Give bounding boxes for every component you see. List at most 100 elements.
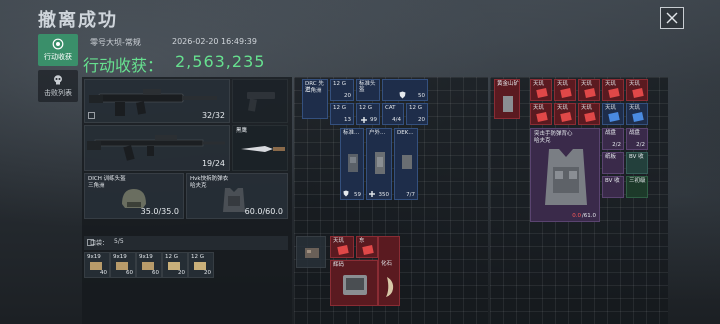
item-label: 9x19 (87, 254, 101, 260)
armor-plate-icon (348, 154, 358, 172)
item-count: 7/7 (406, 192, 415, 198)
pocket-item[interactable]: 9x19 60 (110, 252, 136, 278)
safebox-item-large[interactable]: 辉码 (330, 260, 378, 306)
pocket-item[interactable]: 9x19 40 (84, 252, 110, 278)
loot-item[interactable]: 纸板 (602, 152, 624, 174)
link-icon (88, 112, 95, 119)
melee-label: 黑鹰 (236, 128, 248, 134)
item-label: CAT (385, 105, 396, 111)
safebox-item-tall[interactable]: 化石 (378, 236, 400, 306)
backpack-item[interactable]: DEK... 7/7 (394, 128, 418, 200)
item-label: 天玑 (557, 105, 569, 111)
safebox-slot[interactable] (296, 236, 326, 268)
helmet-slot[interactable]: DICH 训练头盔 三角洲 35.0/35.0 (84, 173, 184, 219)
secondary-weapon-slot[interactable]: 19/24 (84, 125, 230, 171)
loot-item[interactable]: 天玑 (626, 79, 648, 101)
close-button[interactable] (660, 7, 684, 29)
raid-datetime: 2026-02-20 16:49:39 (172, 37, 257, 46)
loot-item[interactable]: 天玑 (530, 103, 552, 125)
loot-item[interactable]: BV 收 (626, 152, 648, 174)
tab-kills[interactable]: 击败列表 (38, 70, 78, 102)
item-label: 东 (359, 238, 365, 244)
item-count: 20 (204, 270, 211, 276)
plus-icon (361, 117, 367, 123)
gold-icon (503, 96, 513, 112)
loot-item[interactable]: 天玑 (602, 79, 624, 101)
loot-item[interactable]: 天玑 (602, 103, 624, 125)
pocket-header: 口袋： 5/5 (84, 236, 288, 250)
loot-item[interactable]: 三初级 (626, 176, 648, 198)
loot-item[interactable]: 黄金山矿 (494, 79, 520, 119)
item-label: 战盘 (629, 130, 641, 136)
item-label: BV 收 (629, 154, 644, 160)
item-label: 标准... (343, 130, 360, 136)
safebox-item[interactable]: 东 (356, 236, 378, 258)
item-label: 天玑 (333, 238, 345, 244)
page-title: 撤离成功 (38, 10, 118, 31)
shield-icon (399, 91, 406, 99)
tab-kills-label: 击败列表 (44, 89, 72, 97)
plus-icon (369, 191, 375, 197)
vest-name: 突击手防弹背心 (534, 131, 573, 137)
item-count: 59 (354, 192, 361, 198)
item-count: 2/2 (612, 142, 621, 148)
backpack-item[interactable]: 标准... 59 (340, 128, 364, 200)
loot-item[interactable]: 天玑 (530, 79, 552, 101)
rig-item[interactable]: CAT 4/4 (382, 103, 404, 125)
card-icon (608, 88, 620, 98)
rig-item[interactable]: 50 (382, 79, 428, 101)
backpack-item[interactable]: 户外... 350 (366, 128, 392, 200)
item-count: 20 (178, 270, 185, 276)
sidearm-slot[interactable] (232, 79, 288, 123)
item-label: 天玑 (605, 81, 617, 87)
helmet-faction: 三角洲 (88, 183, 105, 189)
helmet-name: DICH 训练头盔 (88, 176, 126, 182)
rig-item[interactable]: 12 G 99 (356, 103, 380, 125)
rig-item[interactable]: 12 G 20 (406, 103, 428, 125)
pocket-item[interactable]: 9x19 60 (136, 252, 162, 278)
card-icon (632, 112, 644, 122)
vest-item[interactable]: 突击手防弹背心 哈夫克 0.0 /61.0 (530, 128, 600, 222)
vest-durability-max: /61.0 (581, 213, 596, 219)
primary-weapon-slot[interactable]: 32/32 (84, 79, 230, 123)
close-icon (666, 12, 678, 24)
item-count: 50 (418, 93, 425, 99)
loot-item[interactable]: 天玑 (554, 103, 576, 125)
pistol-icon (247, 92, 275, 112)
loot-item[interactable]: 天玑 (578, 79, 600, 101)
item-label: 战盘 (605, 130, 617, 136)
loot-item[interactable]: 天玑 (578, 103, 600, 125)
loot-item[interactable]: BV 收 (602, 176, 624, 198)
rig-item[interactable]: 12 G 13 (330, 103, 354, 125)
rig-item[interactable]: 12 G 20 (330, 79, 354, 101)
item-count: 40 (100, 270, 107, 276)
loot-item[interactable]: 天玑 (554, 79, 576, 101)
tab-loot[interactable]: 行动收获 (38, 34, 78, 66)
pocket-item[interactable]: 12 G 20 (188, 252, 214, 278)
armor-slot[interactable]: Hvk快拆防弹衣 哈夫克 60.0/60.0 (186, 173, 288, 219)
item-count: 60 (126, 270, 133, 276)
pocket-item[interactable]: 12 G 20 (162, 252, 188, 278)
armor-icon (223, 188, 245, 212)
tool-icon (402, 155, 412, 169)
armor-faction: 哈夫克 (190, 183, 207, 189)
tab-loot-label: 行动收获 (44, 53, 72, 61)
item-count: 4/4 (392, 117, 401, 123)
item-count: 60 (152, 270, 159, 276)
card-icon (560, 88, 572, 98)
item-label: 天玑 (629, 105, 641, 111)
safebox-item[interactable]: 天玑 (330, 236, 354, 258)
item-label: 黄金山矿 (497, 81, 520, 87)
item-count: 99 (370, 117, 377, 123)
melee-slot[interactable]: 黑鹰 (232, 125, 288, 171)
loot-item[interactable]: 天玑 (626, 103, 648, 125)
vest-icon (545, 149, 587, 205)
item-label: 12 G (191, 254, 205, 260)
card-icon (536, 112, 548, 122)
primary-ammo-count: 32/32 (201, 111, 225, 120)
loot-item[interactable]: 战盘 2/2 (602, 128, 624, 150)
item-label: 辉码 (333, 262, 345, 268)
rig-item[interactable]: DRC 先进 三角洲 (302, 79, 328, 119)
rig-item[interactable]: 标准头盔 (356, 79, 380, 101)
loot-item[interactable]: 战盘 2/2 (626, 128, 648, 150)
